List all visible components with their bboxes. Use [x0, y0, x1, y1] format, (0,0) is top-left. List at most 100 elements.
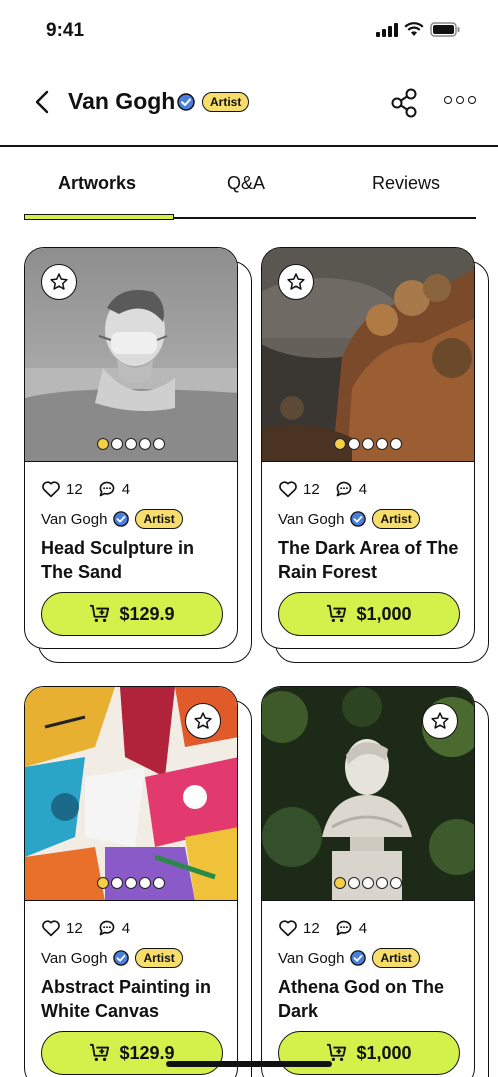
verified-icon: [113, 511, 130, 527]
pagination-dot[interactable]: [139, 438, 151, 450]
card-stats: 12 4: [278, 480, 381, 498]
heart-icon[interactable]: [278, 919, 298, 937]
favorite-button[interactable]: [422, 703, 458, 739]
add-to-cart-button[interactable]: $1,000: [278, 592, 460, 636]
artist-badge: Artist: [202, 92, 250, 112]
price-label: $129.9: [119, 1042, 175, 1063]
price-label: $1,000: [356, 603, 412, 624]
cart-add-icon: [327, 604, 347, 622]
artwork-card[interactable]: 12 4 Van Gogh Artist The Dark Area of Th…: [261, 247, 489, 667]
pagination-dot[interactable]: [153, 438, 165, 450]
heart-icon[interactable]: [41, 919, 61, 937]
favorite-button[interactable]: [185, 703, 221, 739]
share-button[interactable]: [390, 88, 418, 123]
comment-icon[interactable]: [334, 919, 354, 937]
pagination-dot[interactable]: [362, 877, 374, 889]
artwork-card[interactable]: 12 4 Van Gogh Artist Head Sculpture in T…: [24, 247, 252, 667]
back-button[interactable]: [30, 88, 54, 116]
like-count: 12: [66, 919, 83, 937]
more-dot-icon: [456, 96, 464, 104]
chevron-left-icon: [35, 90, 49, 114]
comment-count: 4: [121, 919, 131, 937]
add-to-cart-button[interactable]: $129.9: [41, 1031, 223, 1075]
tab-artworks[interactable]: Artworks: [58, 173, 136, 194]
pagination-dot[interactable]: [390, 438, 402, 450]
pagination-dot[interactable]: [376, 438, 388, 450]
pagination-dot[interactable]: [111, 438, 123, 450]
pagination-dot[interactable]: [334, 877, 346, 889]
artist-badge: Artist: [372, 509, 420, 529]
image-pagination: [97, 438, 165, 450]
card-artist-row: Van Gogh Artist: [278, 509, 420, 529]
artwork-card[interactable]: 12 4 Van Gogh Artist Abstract Painting i…: [24, 686, 252, 1077]
image-pagination: [334, 877, 402, 889]
artwork-title[interactable]: Athena God on The Dark: [278, 975, 468, 1023]
status-icons: [376, 22, 460, 37]
more-dot-icon: [444, 96, 452, 104]
pagination-dot[interactable]: [97, 877, 109, 889]
pagination-dot[interactable]: [111, 877, 123, 889]
card-stats: 12 4: [41, 480, 144, 498]
card-stats: 12 4: [278, 919, 381, 937]
add-to-cart-button[interactable]: $129.9: [41, 592, 223, 636]
artwork-title[interactable]: Abstract Painting in White Canvas: [41, 975, 231, 1023]
star-icon: [194, 712, 212, 729]
artwork-title[interactable]: Head Sculpture in The Sand: [41, 536, 231, 584]
heart-icon[interactable]: [278, 480, 298, 498]
card-artist-name[interactable]: Van Gogh: [278, 511, 344, 528]
favorite-button[interactable]: [278, 264, 314, 300]
profile-header: Van Gogh Artist: [0, 72, 498, 132]
card-artist-row: Van Gogh Artist: [41, 948, 183, 968]
card-artist-name[interactable]: Van Gogh: [41, 950, 107, 967]
status-bar: 9:41: [0, 0, 498, 60]
card-artist-name[interactable]: Van Gogh: [41, 511, 107, 528]
artwork-card-front[interactable]: 12 4 Van Gogh Artist Athena God on The D…: [261, 686, 475, 1077]
page-title: Van Gogh: [68, 88, 176, 114]
pagination-dot[interactable]: [362, 438, 374, 450]
tab-reviews[interactable]: Reviews: [372, 173, 440, 194]
card-artist-name[interactable]: Van Gogh: [278, 950, 344, 967]
active-tab-indicator: [24, 214, 174, 220]
artist-badge: Artist: [135, 948, 183, 968]
pagination-dot[interactable]: [376, 877, 388, 889]
home-indicator[interactable]: [166, 1061, 332, 1067]
favorite-button[interactable]: [41, 264, 77, 300]
pagination-dot[interactable]: [153, 877, 165, 889]
image-pagination: [334, 438, 402, 450]
comment-icon[interactable]: [334, 480, 354, 498]
cart-add-icon: [90, 1043, 110, 1061]
comment-icon[interactable]: [97, 919, 117, 937]
star-icon: [431, 712, 449, 729]
card-artist-row: Van Gogh Artist: [278, 948, 420, 968]
heart-icon[interactable]: [41, 480, 61, 498]
star-icon: [287, 273, 305, 290]
wifi-icon: [404, 22, 424, 36]
comment-icon[interactable]: [97, 480, 117, 498]
artwork-title[interactable]: The Dark Area of The Rain Forest: [278, 536, 468, 584]
share-icon: [391, 88, 417, 118]
header-divider: [0, 145, 498, 147]
pagination-dot[interactable]: [139, 877, 151, 889]
pagination-dot[interactable]: [334, 438, 346, 450]
more-options-button[interactable]: [444, 96, 476, 104]
price-label: $1,000: [356, 1042, 412, 1063]
like-count: 12: [303, 480, 320, 498]
pagination-dot[interactable]: [348, 877, 360, 889]
artwork-card[interactable]: 12 4 Van Gogh Artist Athena God on The D…: [261, 686, 489, 1077]
pagination-dot[interactable]: [125, 438, 137, 450]
pagination-dot[interactable]: [390, 877, 402, 889]
like-count: 12: [66, 480, 83, 498]
comment-count: 4: [121, 480, 131, 498]
artwork-card-front[interactable]: 12 4 Van Gogh Artist Head Sculpture in T…: [24, 247, 238, 649]
pagination-dot[interactable]: [348, 438, 360, 450]
add-to-cart-button[interactable]: $1,000: [278, 1031, 460, 1075]
artist-badge: Artist: [135, 509, 183, 529]
signal-icon: [376, 22, 398, 37]
verified-icon: [177, 93, 195, 111]
more-dot-icon: [468, 96, 476, 104]
artwork-card-front[interactable]: 12 4 Van Gogh Artist Abstract Painting i…: [24, 686, 238, 1077]
tab-qa[interactable]: Q&A: [227, 173, 265, 194]
pagination-dot[interactable]: [97, 438, 109, 450]
pagination-dot[interactable]: [125, 877, 137, 889]
artwork-card-front[interactable]: 12 4 Van Gogh Artist The Dark Area of Th…: [261, 247, 475, 649]
